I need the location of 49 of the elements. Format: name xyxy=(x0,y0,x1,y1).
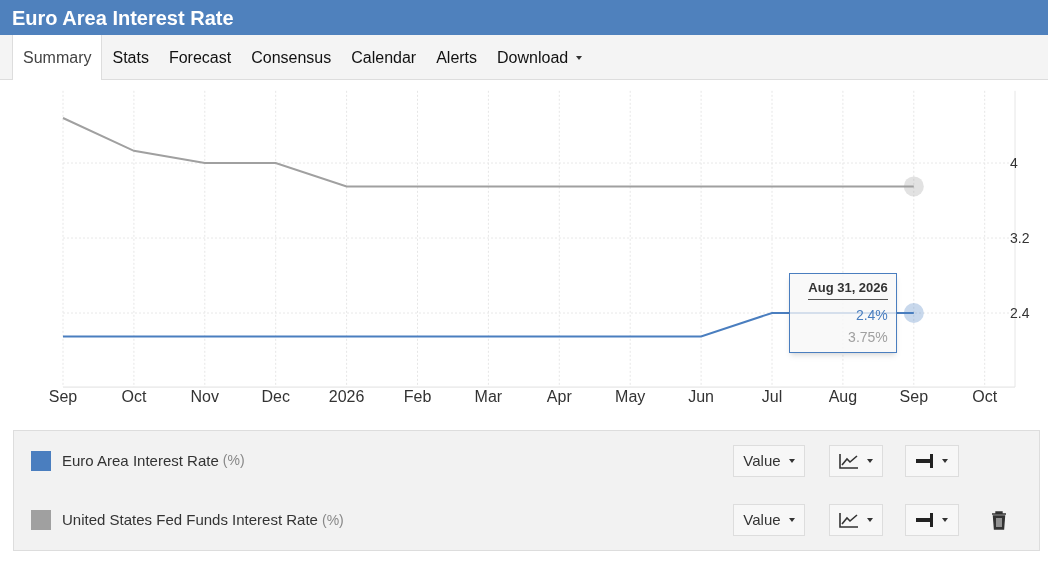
tab[interactable]: Forecast xyxy=(158,35,242,80)
chart-type-dropdown[interactable] xyxy=(829,444,883,477)
x-tick-label: Jul xyxy=(761,388,783,406)
x-tick-label: Oct xyxy=(121,388,147,406)
chart-type-dropdown[interactable] xyxy=(829,504,883,537)
x-tick-label: Dec xyxy=(261,388,290,406)
tooltip-date: Aug 31, 2026 xyxy=(808,278,888,300)
y-tick-label: 2.4 xyxy=(1010,305,1030,321)
tab[interactable]: Consensus xyxy=(241,35,342,80)
tab[interactable]: Download xyxy=(487,35,593,80)
y-tick-label: 4 xyxy=(1010,155,1018,171)
x-tick-label: 2026 xyxy=(328,388,365,406)
unit-label: (%) xyxy=(321,510,344,530)
x-tick-label: Feb xyxy=(403,388,432,406)
tooltip-value: 3.75% xyxy=(848,327,888,347)
tooltip-value: 2.4% xyxy=(855,305,888,325)
x-tick-label: Nov xyxy=(190,388,220,406)
value-dropdown[interactable]: Value xyxy=(733,504,805,537)
line-chart-icon xyxy=(839,512,859,529)
unit-label: (%) xyxy=(222,451,245,471)
axis-icon xyxy=(916,513,934,528)
caret-icon xyxy=(942,518,948,523)
value-dropdown[interactable]: Value xyxy=(733,444,805,477)
axis-dropdown[interactable] xyxy=(905,444,959,477)
y-tick-label: 3.2 xyxy=(1010,230,1030,246)
trash-icon xyxy=(991,510,1007,530)
x-tick-label: Aug xyxy=(828,388,858,406)
x-tick-label: Apr xyxy=(546,388,572,406)
caret-icon xyxy=(788,518,795,523)
page-title: Euro Area Interest Rate xyxy=(12,5,234,31)
caret-icon xyxy=(942,458,948,463)
x-tick-label: Sep xyxy=(48,388,78,406)
tab[interactable]: Summary xyxy=(12,35,103,80)
x-tick-label: Mar xyxy=(474,388,503,406)
x-tick-label: Sep xyxy=(899,388,929,406)
x-tick-label: Jun xyxy=(688,388,714,406)
tab[interactable]: Alerts xyxy=(426,35,488,80)
axis-dropdown[interactable] xyxy=(905,504,959,537)
x-tick-label: Oct xyxy=(972,388,998,406)
caret-icon xyxy=(788,458,795,463)
line-chart-icon xyxy=(839,452,859,469)
series-name: Euro Area Interest Rate xyxy=(62,450,219,471)
tab[interactable]: Calendar xyxy=(341,35,427,80)
axis-icon xyxy=(916,453,934,468)
caret-icon xyxy=(867,518,873,523)
x-tick-label: May xyxy=(615,388,646,406)
caret-icon xyxy=(867,458,873,463)
tab[interactable]: Stats xyxy=(102,35,159,80)
series-name: United States Fed Funds Interest Rate xyxy=(62,510,318,530)
